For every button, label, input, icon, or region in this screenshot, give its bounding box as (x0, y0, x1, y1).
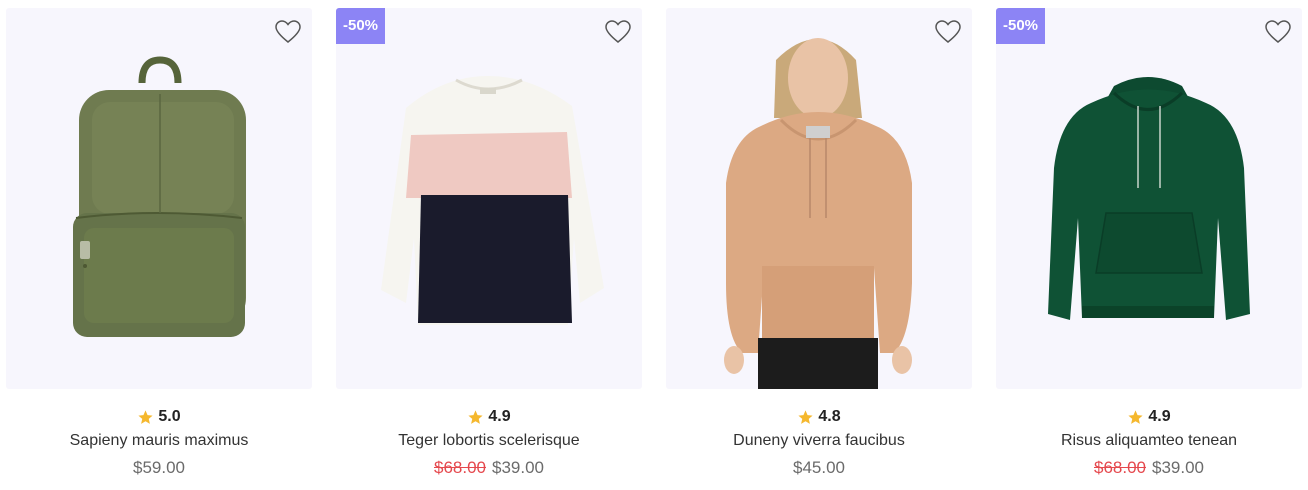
product-price: $59.00 (133, 458, 185, 477)
rating: 5.0 (6, 406, 312, 428)
product-name[interactable]: Teger lobortis scelerisque (336, 430, 642, 452)
product-name[interactable]: Sapieny mauris maximus (6, 430, 312, 452)
star-icon (798, 409, 813, 424)
product-card[interactable]: -50% 4.9 Risus aliquamteo tenean $68.00 $… (996, 8, 1302, 490)
discount-badge: -50% (336, 8, 385, 44)
heart-outline-icon[interactable] (604, 19, 632, 45)
star-icon (468, 409, 483, 424)
price-row: $45.00 (666, 457, 972, 479)
product-image-box[interactable] (6, 8, 312, 389)
rating: 4.8 (666, 406, 972, 428)
hoodie-model-image[interactable] (666, 8, 972, 389)
product-info: 4.9 Risus aliquamteo tenean $68.00 $39.00 (996, 406, 1302, 479)
price-row: $68.00 $39.00 (336, 457, 642, 479)
star-icon (1128, 409, 1143, 424)
original-price: $68.00 (434, 458, 486, 477)
product-card[interactable]: 5.0 Sapieny mauris maximus $59.00 (6, 8, 312, 490)
star-icon (138, 409, 153, 424)
rating-value: 4.9 (488, 408, 511, 425)
heart-outline-icon[interactable] (274, 19, 302, 45)
original-price: $68.00 (1094, 458, 1146, 477)
green-hoodie-image[interactable] (996, 8, 1302, 389)
product-name[interactable]: Risus aliquamteo tenean (996, 430, 1302, 452)
heart-outline-icon[interactable] (934, 19, 962, 45)
heart-outline-icon[interactable] (1264, 19, 1292, 45)
product-image-box[interactable]: -50% (336, 8, 642, 389)
rating-value: 4.8 (818, 408, 841, 425)
backpack-image[interactable] (6, 8, 312, 389)
product-card[interactable]: 4.8 Duneny viverra faucibus $45.00 (666, 8, 972, 490)
product-price: $39.00 (1152, 458, 1204, 477)
product-info: 4.8 Duneny viverra faucibus $45.00 (666, 406, 972, 479)
product-info: 5.0 Sapieny mauris maximus $59.00 (6, 406, 312, 479)
product-name[interactable]: Duneny viverra faucibus (666, 430, 972, 452)
product-price: $45.00 (793, 458, 845, 477)
price-row: $59.00 (6, 457, 312, 479)
product-info: 4.9 Teger lobortis scelerisque $68.00 $39… (336, 406, 642, 479)
product-card[interactable]: -50% 4.9 Teger lobortis scelerisque $68.… (336, 8, 642, 490)
rating-value: 4.9 (1148, 408, 1171, 425)
discount-badge: -50% (996, 8, 1045, 44)
price-row: $68.00 $39.00 (996, 457, 1302, 479)
rating: 4.9 (996, 406, 1302, 428)
rating-value: 5.0 (158, 408, 181, 425)
product-image-box[interactable]: -50% (996, 8, 1302, 389)
product-price: $39.00 (492, 458, 544, 477)
rating: 4.9 (336, 406, 642, 428)
sweater-image[interactable] (336, 8, 642, 389)
product-image-box[interactable] (666, 8, 972, 389)
